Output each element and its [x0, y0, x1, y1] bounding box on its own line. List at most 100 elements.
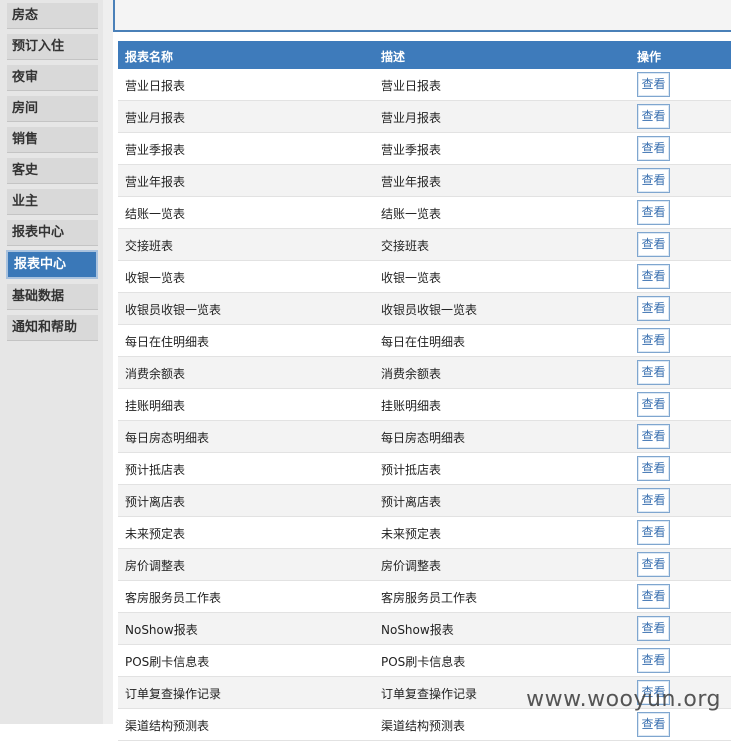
view-button[interactable]: 查看	[637, 584, 670, 609]
report-name-cell: 预计离店表	[125, 493, 185, 510]
filter-panel	[113, 0, 731, 32]
report-name-cell: 交接班表	[125, 237, 173, 254]
view-button[interactable]: 查看	[637, 72, 670, 97]
report-description-cell: 房价调整表	[381, 557, 441, 574]
header-action: 操作	[637, 48, 661, 65]
sidebar-item-0[interactable]: 房态	[7, 3, 98, 29]
sidebar-item-8[interactable]: 报表中心	[6, 250, 98, 279]
report-description-cell: NoShow报表	[381, 621, 454, 638]
table-row: 每日在住明细表 每日在住明细表 查看	[118, 325, 731, 357]
view-button[interactable]: 查看	[637, 648, 670, 673]
table-row: 交接班表 交接班表 查看	[118, 229, 731, 261]
report-name-cell: 结账一览表	[125, 205, 185, 222]
watermark: www.wooyun.org	[526, 687, 721, 712]
table-row: 收银一览表 收银一览表 查看	[118, 261, 731, 293]
sidebar-item-2[interactable]: 夜审	[7, 65, 98, 91]
table-row: 未来预定表 未来预定表 查看	[118, 517, 731, 549]
report-description-cell: 收银员收银一览表	[381, 301, 477, 318]
report-name-cell: 每日房态明细表	[125, 429, 209, 446]
report-description-cell: 渠道结构预测表	[381, 717, 465, 734]
view-button[interactable]: 查看	[637, 200, 670, 225]
sidebar-item-3[interactable]: 房间	[7, 96, 98, 122]
report-name-cell: 营业季报表	[125, 141, 185, 158]
sidebar-item-4[interactable]: 销售	[7, 127, 98, 153]
view-button[interactable]: 查看	[637, 136, 670, 161]
view-button[interactable]: 查看	[637, 392, 670, 417]
view-button[interactable]: 查看	[637, 520, 670, 545]
view-button[interactable]: 查看	[637, 328, 670, 353]
table-row: 预计抵店表 预计抵店表 查看	[118, 453, 731, 485]
table-row: 客房服务员工作表 客房服务员工作表 查看	[118, 581, 731, 613]
table-row: 预计离店表 预计离店表 查看	[118, 485, 731, 517]
report-description-cell: 交接班表	[381, 237, 429, 254]
report-name-cell: 客房服务员工作表	[125, 589, 221, 606]
sidebar-item-6[interactable]: 业主	[7, 189, 98, 215]
table-row: 挂账明细表 挂账明细表 查看	[118, 389, 731, 421]
sidebar-item-1[interactable]: 预订入住	[7, 34, 98, 60]
content-divider	[103, 0, 113, 724]
report-description-cell: 结账一览表	[381, 205, 441, 222]
report-description-cell: 挂账明细表	[381, 397, 441, 414]
report-name-cell: 收银员收银一览表	[125, 301, 221, 318]
table-header: 报表名称 描述 操作	[118, 41, 731, 69]
sidebar-item-10[interactable]: 通知和帮助	[7, 315, 98, 341]
view-button[interactable]: 查看	[637, 456, 670, 481]
report-name-cell: POS刷卡信息表	[125, 653, 209, 670]
report-name-cell: 营业年报表	[125, 173, 185, 190]
view-button[interactable]: 查看	[637, 488, 670, 513]
report-name-cell: 收银一览表	[125, 269, 185, 286]
table-body: 营业日报表营业日报表查看营业月报表营业月报表查看营业季报表营业季报表查看营业年报…	[118, 69, 731, 741]
report-description-cell: 每日在住明细表	[381, 333, 465, 350]
report-description-cell: 客房服务员工作表	[381, 589, 477, 606]
report-name-cell: 消费余额表	[125, 365, 185, 382]
table-row: 结账一览表 结账一览表 查看	[118, 197, 731, 229]
report-name-cell: 预计抵店表	[125, 461, 185, 478]
report-description-cell: 消费余额表	[381, 365, 441, 382]
report-description-cell: 收银一览表	[381, 269, 441, 286]
report-description-cell: 营业日报表	[381, 77, 441, 94]
report-description-cell: 预计抵店表	[381, 461, 441, 478]
report-description-cell: 营业季报表	[381, 141, 441, 158]
report-description-cell: 订单复查操作记录	[381, 685, 477, 702]
report-description-cell: POS刷卡信息表	[381, 653, 465, 670]
view-button[interactable]: 查看	[637, 616, 670, 641]
report-name-cell: 渠道结构预测表	[125, 717, 209, 734]
view-button[interactable]: 查看	[637, 424, 670, 449]
view-button[interactable]: 查看	[637, 232, 670, 257]
report-table: 报表名称 描述 操作 营业日报表营业日报表查看营业月报表营业月报表查看营业季报表…	[118, 41, 731, 741]
header-report-name: 报表名称	[125, 48, 173, 65]
report-description-cell: 预计离店表	[381, 493, 441, 510]
table-row: 消费余额表 消费余额表 查看	[118, 357, 731, 389]
table-row: 渠道结构预测表 渠道结构预测表 查看	[118, 709, 731, 741]
report-name-cell: 挂账明细表	[125, 397, 185, 414]
view-button[interactable]: 查看	[637, 712, 670, 737]
report-name-cell: 未来预定表	[125, 525, 185, 542]
view-button[interactable]: 查看	[637, 296, 670, 321]
table-row: POS刷卡信息表 POS刷卡信息表 查看	[118, 645, 731, 677]
report-name-cell: 每日在住明细表	[125, 333, 209, 350]
view-button[interactable]: 查看	[637, 168, 670, 193]
view-button[interactable]: 查看	[637, 264, 670, 289]
sidebar: 房态预订入住夜审房间销售客史业主报表中心报表中心基础数据通知和帮助	[0, 0, 104, 724]
view-button[interactable]: 查看	[637, 360, 670, 385]
report-description-cell: 营业月报表	[381, 109, 441, 126]
view-button[interactable]: 查看	[637, 552, 670, 577]
report-name-cell: 营业月报表	[125, 109, 185, 126]
report-name-cell: 营业日报表	[125, 77, 185, 94]
report-description-cell: 营业年报表	[381, 173, 441, 190]
sidebar-item-7[interactable]: 报表中心	[7, 220, 98, 246]
report-name-cell: 房价调整表	[125, 557, 185, 574]
report-description-cell: 每日房态明细表	[381, 429, 465, 446]
table-row: 营业日报表 营业日报表 查看	[118, 69, 731, 101]
report-description-cell: 未来预定表	[381, 525, 441, 542]
report-name-cell: 订单复查操作记录	[125, 685, 221, 702]
view-button[interactable]: 查看	[637, 104, 670, 129]
sidebar-item-5[interactable]: 客史	[7, 158, 98, 184]
sidebar-item-9[interactable]: 基础数据	[7, 284, 98, 310]
table-row: 营业季报表 营业季报表 查看	[118, 133, 731, 165]
header-description: 描述	[381, 48, 405, 65]
table-row: 营业月报表 营业月报表 查看	[118, 101, 731, 133]
table-row: 每日房态明细表 每日房态明细表 查看	[118, 421, 731, 453]
table-row: 房价调整表 房价调整表 查看	[118, 549, 731, 581]
table-row: 营业年报表 营业年报表 查看	[118, 165, 731, 197]
